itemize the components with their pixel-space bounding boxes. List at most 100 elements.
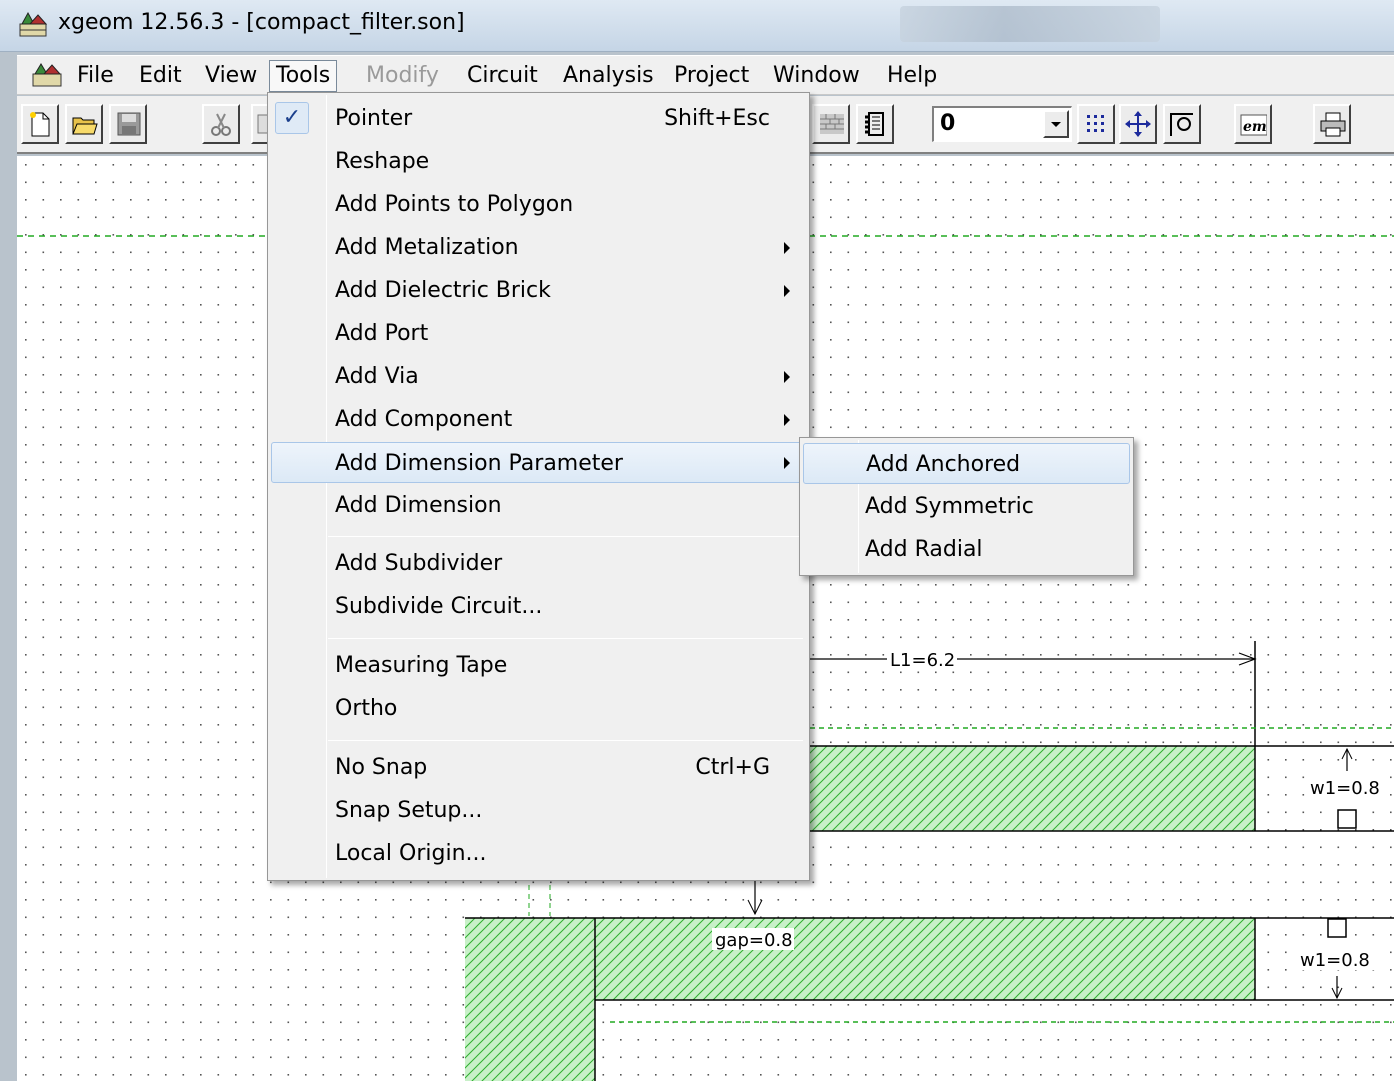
grid-dots-icon xyxy=(1087,115,1104,132)
window-title: xgeom 12.56.3 - [compact_filter.son] xyxy=(58,10,465,35)
menu-item-label: Add Dimension xyxy=(335,493,502,518)
tools-dropdown-menu: ✓ Pointer Shift+Esc Reshape Add Points t… xyxy=(267,92,810,881)
menu-item-ortho[interactable]: Ortho xyxy=(271,688,806,729)
menu-item-add-dielectric-brick[interactable]: Add Dielectric Brick xyxy=(271,270,806,311)
metal-strip-1[interactable] xyxy=(810,746,1255,831)
menu-bar: File Edit View Tools Modify Circuit Anal… xyxy=(17,55,1394,95)
menu-item-subdivide-circuit[interactable]: Subdivide Circuit... xyxy=(271,586,806,627)
menu-item-label: Subdivide Circuit... xyxy=(335,594,543,619)
menu-separator xyxy=(328,638,803,639)
menu-item-label: Local Origin... xyxy=(335,841,487,866)
menu-item-add-dimension-parameter[interactable]: Add Dimension Parameter xyxy=(271,442,806,483)
menu-separator xyxy=(328,536,803,537)
dimension-label-w1-bottom[interactable]: w1=0.8 xyxy=(1300,950,1370,971)
menu-file[interactable]: File xyxy=(70,60,121,92)
menu-item-add-via[interactable]: Add Via xyxy=(271,356,806,397)
menu-item-add-metalization[interactable]: Add Metalization xyxy=(271,227,806,268)
menu-item-label: No Snap xyxy=(335,755,428,780)
menu-circuit[interactable]: Circuit xyxy=(460,60,545,92)
menu-item-label: Measuring Tape xyxy=(335,653,508,678)
layer-stack-button[interactable] xyxy=(856,104,894,144)
menu-separator xyxy=(328,740,803,741)
brick-pattern-icon xyxy=(820,114,844,134)
menu-project[interactable]: Project xyxy=(667,60,756,92)
menu-item-label: Add Radial xyxy=(865,537,983,562)
em-icon-label: em xyxy=(1243,119,1267,135)
menu-edit[interactable]: Edit xyxy=(132,60,189,92)
title-bar-blur xyxy=(900,6,1160,42)
metal-strip-2-top[interactable] xyxy=(595,918,1255,1000)
menu-item-label: Add Dimension Parameter xyxy=(335,451,623,476)
open-file-button[interactable] xyxy=(65,104,103,144)
menu-item-measuring-tape[interactable]: Measuring Tape xyxy=(271,645,806,686)
submenu-arrow-icon xyxy=(784,371,790,383)
menu-item-add-port[interactable]: Add Port xyxy=(271,313,806,354)
cut-button[interactable] xyxy=(202,104,240,144)
print-button[interactable] xyxy=(1313,104,1351,144)
title-bar: xgeom 12.56.3 - [compact_filter.son] xyxy=(0,0,1394,52)
menu-item-add-points-to-polygon[interactable]: Add Points to Polygon xyxy=(271,184,806,225)
menu-item-no-snap[interactable]: No Snap Ctrl+G xyxy=(271,747,806,788)
chevron-down-icon xyxy=(1051,122,1061,127)
menu-item-label: Add Port xyxy=(335,321,429,346)
menu-item-add-subdivider[interactable]: Add Subdivider xyxy=(271,543,806,584)
menu-item-label: Add Anchored xyxy=(866,452,1021,477)
metal-strip-2-left[interactable] xyxy=(465,918,595,1081)
submenu-item-add-symmetric[interactable]: Add Symmetric xyxy=(803,486,1130,527)
menu-item-label: Add Symmetric xyxy=(865,494,1034,519)
menu-item-snap-setup[interactable]: Snap Setup... xyxy=(271,790,806,831)
document-icon[interactable] xyxy=(31,62,63,88)
floppy-disk-icon xyxy=(117,112,141,136)
level-select[interactable]: 0 xyxy=(932,106,1072,142)
pan-button[interactable] xyxy=(1119,104,1157,144)
submenu-item-add-radial[interactable]: Add Radial xyxy=(803,529,1130,570)
grid-button[interactable] xyxy=(1077,104,1115,144)
new-file-icon xyxy=(30,112,50,137)
menu-item-label: Reshape xyxy=(335,149,430,174)
menu-view[interactable]: View xyxy=(198,60,264,92)
submenu-arrow-icon xyxy=(784,414,790,426)
scissors-icon xyxy=(211,113,231,136)
menu-item-local-origin[interactable]: Local Origin... xyxy=(271,833,806,874)
menu-help[interactable]: Help xyxy=(880,60,944,92)
anchor-handle-top[interactable] xyxy=(1337,809,1357,829)
menu-tools[interactable]: Tools xyxy=(269,60,338,92)
menu-item-shortcut: Shift+Esc xyxy=(664,106,770,131)
menu-item-shortcut: Ctrl+G xyxy=(695,755,770,780)
dimension-label-l1[interactable]: L1=6.2 xyxy=(890,650,955,671)
menu-item-pointer[interactable]: ✓ Pointer Shift+Esc xyxy=(271,98,806,139)
menu-modify[interactable]: Modify xyxy=(359,60,446,92)
move-arrows-icon xyxy=(1125,111,1151,137)
zoom-box-icon xyxy=(1170,113,1193,136)
menu-item-reshape[interactable]: Reshape xyxy=(271,141,806,182)
submenu-arrow-icon xyxy=(784,457,790,469)
menu-item-label: Ortho xyxy=(335,696,398,721)
dielectric-brick-button[interactable] xyxy=(812,104,850,144)
submenu-item-add-anchored[interactable]: Add Anchored xyxy=(803,443,1130,484)
em-icon: em xyxy=(1240,114,1267,136)
dimension-label-w1-top[interactable]: w1=0.8 xyxy=(1310,778,1380,799)
menu-window[interactable]: Window xyxy=(766,60,867,92)
menu-item-label: Add Component xyxy=(335,407,513,432)
folder-open-icon xyxy=(72,117,98,135)
save-button[interactable] xyxy=(109,104,147,144)
menu-item-label: Add Via xyxy=(335,364,419,389)
menu-item-add-dimension[interactable]: Add Dimension xyxy=(271,485,806,526)
menu-item-label: Add Points to Polygon xyxy=(335,192,574,217)
menu-item-label: Add Metalization xyxy=(335,235,519,260)
em-analysis-button[interactable]: em xyxy=(1234,104,1272,144)
menu-analysis[interactable]: Analysis xyxy=(556,60,661,92)
menu-item-label: Snap Setup... xyxy=(335,798,483,823)
menu-item-label: Add Dielectric Brick xyxy=(335,278,551,303)
app-icon xyxy=(19,11,48,37)
zoom-button[interactable] xyxy=(1163,104,1201,144)
layer-stack-icon xyxy=(865,112,884,136)
printer-icon xyxy=(1320,112,1346,137)
menu-item-add-component[interactable]: Add Component xyxy=(271,399,806,440)
dimension-label-gap[interactable]: gap=0.8 xyxy=(715,930,793,951)
checkmark-icon: ✓ xyxy=(275,102,309,134)
new-file-button[interactable] xyxy=(21,104,59,144)
menu-item-label: Add Subdivider xyxy=(335,551,503,576)
level-select-arrow[interactable] xyxy=(1043,110,1069,138)
anchor-handle-bottom[interactable] xyxy=(1327,918,1347,938)
